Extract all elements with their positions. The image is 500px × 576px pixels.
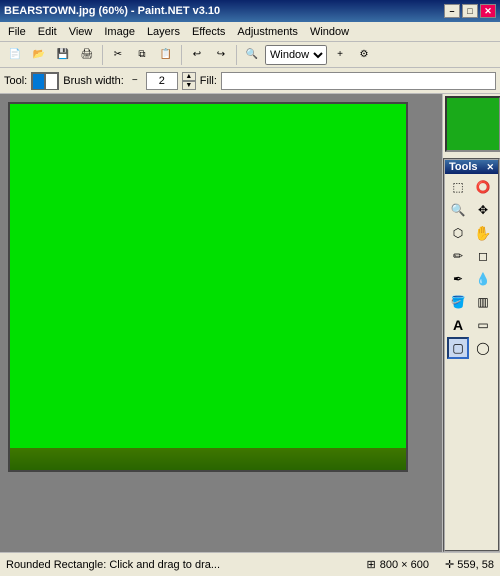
menu-item-view[interactable]: View bbox=[63, 24, 99, 40]
tools-grid: ⬚ ⭕ 🔍 ✥ ⬡ ✋ ✏ ◻ ✒ 💧 🪣 ▥ A ▭ bbox=[445, 174, 498, 361]
window-dropdown[interactable]: Window bbox=[265, 45, 327, 65]
separator-1 bbox=[102, 45, 103, 65]
brush-width-label: Brush width: bbox=[63, 75, 124, 87]
tools-close-icon[interactable]: ✕ bbox=[486, 162, 494, 173]
tools-panel: Tools ✕ ⬚ ⭕ 🔍 ✥ ⬡ ✋ ✏ ◻ ✒ 💧 🪣 bbox=[443, 158, 500, 552]
color-swatch[interactable] bbox=[31, 72, 59, 90]
cut-button[interactable]: ✂ bbox=[107, 44, 129, 66]
size-icon: ⊞ bbox=[367, 558, 376, 571]
tools-title-label: Tools bbox=[449, 161, 478, 173]
color-picker-tool[interactable]: 💧 bbox=[472, 268, 494, 290]
title-buttons: – □ ✕ bbox=[444, 4, 496, 18]
position-info: ✛ 559, 58 bbox=[445, 558, 494, 571]
title-text: BEARSTOWN.jpg (60%) - Paint.NET v3.10 bbox=[4, 5, 220, 17]
separator-3 bbox=[236, 45, 237, 65]
maximize-button[interactable]: □ bbox=[462, 4, 478, 18]
zoom-in-button[interactable]: + bbox=[329, 44, 351, 66]
separator-2 bbox=[181, 45, 182, 65]
redo-button[interactable]: ↪ bbox=[210, 44, 232, 66]
menu-bar: FileEditViewImageLayersEffectsAdjustment… bbox=[0, 22, 500, 42]
status-bar: Rounded Rectangle: Click and drag to dra… bbox=[0, 552, 500, 576]
brush-down-button[interactable]: ▼ bbox=[182, 81, 196, 90]
menu-item-adjustments[interactable]: Adjustments bbox=[231, 24, 304, 40]
canvas-bottom-strip bbox=[10, 448, 406, 470]
move-tool[interactable]: ✥ bbox=[472, 199, 494, 221]
settings-button[interactable]: ⚙ bbox=[353, 44, 375, 66]
menu-item-window[interactable]: Window bbox=[304, 24, 355, 40]
right-panel: Tools ✕ ⬚ ⭕ 🔍 ✥ ⬡ ✋ ✏ ◻ ✒ 💧 🪣 bbox=[442, 94, 500, 552]
ellipse-tool[interactable]: ◯ bbox=[472, 337, 494, 359]
save-button[interactable]: 💾 bbox=[52, 44, 74, 66]
fill-selector[interactable] bbox=[221, 72, 496, 90]
menu-item-layers[interactable]: Layers bbox=[141, 24, 186, 40]
toolbar: 📄 📂 💾 🖨 ✂ ⧉ 📋 ↩ ↪ 🔍 Window + ⚙ bbox=[0, 42, 500, 68]
close-button[interactable]: ✕ bbox=[480, 4, 496, 18]
rectangle-select-tool[interactable]: ⬚ bbox=[447, 176, 469, 198]
thumbnail-panel bbox=[445, 96, 500, 152]
pan-tool[interactable]: ✋ bbox=[472, 222, 494, 244]
brush-minus-button[interactable]: − bbox=[128, 72, 142, 90]
secondary-color[interactable] bbox=[45, 73, 58, 90]
tool-options-bar: Tool: Brush width: − 2 ▲ ▼ Fill: bbox=[0, 68, 500, 94]
title-bar: BEARSTOWN.jpg (60%) - Paint.NET v3.10 – … bbox=[0, 0, 500, 22]
open-button[interactable]: 📂 bbox=[28, 44, 50, 66]
gradient-tool[interactable]: ▥ bbox=[472, 291, 494, 313]
primary-color[interactable] bbox=[32, 73, 45, 90]
brush-up-button[interactable]: ▲ bbox=[182, 72, 196, 81]
crosshair-icon: ✛ bbox=[445, 559, 454, 571]
new-button[interactable]: 📄 bbox=[4, 44, 26, 66]
print-button[interactable]: 🖨 bbox=[76, 44, 98, 66]
paste-button[interactable]: 📋 bbox=[155, 44, 177, 66]
paintbrush-tool[interactable]: ✏ bbox=[447, 245, 469, 267]
menu-item-file[interactable]: File bbox=[2, 24, 32, 40]
brush-width-input[interactable]: 2 bbox=[146, 72, 178, 90]
lasso-select-tool[interactable]: ⭕ bbox=[472, 176, 494, 198]
canvas-container[interactable] bbox=[0, 94, 442, 552]
shapes-tool[interactable]: ▭ bbox=[472, 314, 494, 336]
size-info: ⊞ 800 × 600 bbox=[367, 558, 429, 571]
undo-button[interactable]: ↩ bbox=[186, 44, 208, 66]
zoom-out-button[interactable]: 🔍 bbox=[241, 44, 263, 66]
status-text: Rounded Rectangle: Click and drag to dra… bbox=[6, 559, 351, 571]
zoom-tool[interactable]: 🔍 bbox=[447, 199, 469, 221]
eraser-tool[interactable]: ◻ bbox=[472, 245, 494, 267]
menu-item-image[interactable]: Image bbox=[98, 24, 141, 40]
pencil-tool[interactable]: ✒ bbox=[447, 268, 469, 290]
size-value: 800 × 600 bbox=[380, 559, 429, 571]
main-area: Tools ✕ ⬚ ⭕ 🔍 ✥ ⬡ ✋ ✏ ◻ ✒ 💧 🪣 bbox=[0, 94, 500, 552]
menu-item-edit[interactable]: Edit bbox=[32, 24, 63, 40]
tool-label: Tool: bbox=[4, 75, 27, 87]
magic-wand-tool[interactable]: ⬡ bbox=[447, 222, 469, 244]
fill-tool[interactable]: 🪣 bbox=[447, 291, 469, 313]
text-tool[interactable]: A bbox=[447, 314, 469, 336]
menu-item-effects[interactable]: Effects bbox=[186, 24, 231, 40]
rounded-rect-tool[interactable]: ▢ bbox=[447, 337, 469, 359]
minimize-button[interactable]: – bbox=[444, 4, 460, 18]
position-value: 559, 58 bbox=[457, 559, 494, 571]
copy-button[interactable]: ⧉ bbox=[131, 44, 153, 66]
tools-panel-title: Tools ✕ bbox=[445, 160, 498, 174]
canvas[interactable] bbox=[8, 102, 408, 472]
fill-label: Fill: bbox=[200, 75, 217, 87]
